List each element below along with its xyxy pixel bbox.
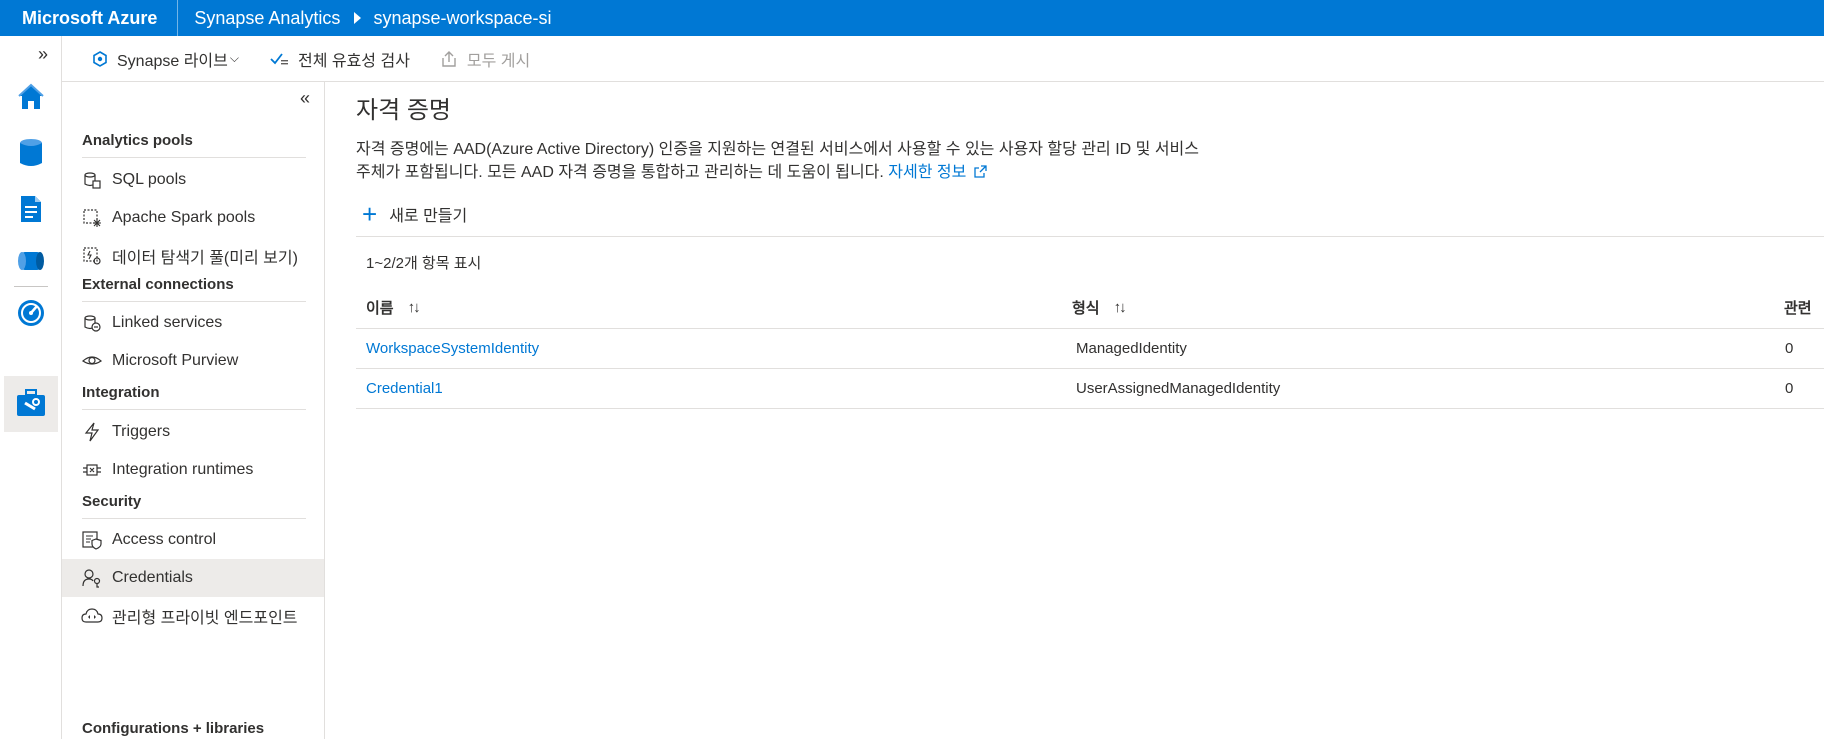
lightning-icon [81,421,103,443]
home-icon[interactable] [14,80,48,114]
manage-navigation: « Analytics pools SQL pools Apache Spark… [62,82,325,739]
eye-icon [81,350,103,372]
nav-section-configurations-libraries: Configurations + libraries [82,720,265,737]
nav-item-linked-services[interactable]: Linked services [62,304,324,342]
sort-icon[interactable]: ↑↓ [1114,299,1127,316]
column-header-label: 관련 [1784,299,1812,317]
description-line-2: 주체가 포함됩니다. 모든 AAD 자격 증명을 통합하고 관리하는 데 도움이… [356,161,1276,184]
page-title: 자격 증명 [356,97,451,124]
credential-name-link[interactable]: WorkspaceSystemIdentity [366,329,539,368]
validate-all-label: 전체 유효성 검사 [297,52,410,70]
nav-item-label: SQL pools [112,171,187,188]
credentials-table: 이름 ↑↓ 형식 ↑↓ 관련 WorkspaceSystemIdentity M… [356,286,1824,409]
credential-related-count: 0 [1785,380,1794,397]
credential-type: ManagedIdentity [1076,340,1187,357]
column-header-name[interactable]: 이름 ↑↓ [366,286,421,328]
nav-item-label: Triggers [112,423,171,440]
data-explorer-icon [81,245,103,267]
publish-all-button[interactable]: 모두 게시 [440,36,530,81]
nav-section-integration: Integration [82,384,306,410]
manage-icon[interactable] [14,386,48,420]
collapse-nav-icon[interactable]: « [300,88,310,109]
chevron-right-icon [354,12,362,24]
page-description: 자격 증명에는 AAD(Azure Active Directory) 인증을 … [356,138,1276,184]
breadcrumb-item-synapse-analytics[interactable]: Synapse Analytics [194,8,340,29]
publish-icon [440,50,458,68]
monitor-icon[interactable] [14,296,48,330]
nav-section-security: Security [82,493,306,519]
chevron-down-icon: ⌵ [229,51,239,65]
nav-item-integration-runtimes[interactable]: Integration runtimes [62,451,324,489]
access-control-icon [81,529,103,551]
synapse-live-label: Synapse 라이브 [117,52,228,70]
icon-rail: » [0,36,62,739]
nav-item-credentials[interactable]: Credentials [62,559,324,597]
new-credential-button[interactable]: + 새로 만들기 [362,199,468,229]
nav-item-microsoft-purview[interactable]: Microsoft Purview [62,342,324,380]
nav-item-label: Integration runtimes [112,461,254,478]
nav-item-access-control[interactable]: Access control [62,521,324,559]
brand-title[interactable]: Microsoft Azure [0,0,179,36]
breadcrumb-item-workspace[interactable]: synapse-workspace-si [373,8,551,29]
plus-icon: + [362,199,378,229]
nav-section-analytics-pools: Analytics pools [82,132,306,158]
command-bar: Synapse 라이브 ⌵ 전체 유효성 검사 모두 게시 [62,36,1824,82]
credential-type: UserAssignedManagedIdentity [1076,380,1281,397]
credentials-icon [81,567,103,589]
rail-divider [14,286,48,287]
external-link-icon [974,165,987,178]
description-text: 주체가 포함됩니다. 모든 AAD 자격 증명을 통합하고 관리하는 데 도움이… [356,164,884,181]
description-line-1: 자격 증명에는 AAD(Azure Active Directory) 인증을 … [356,141,1199,158]
item-count: 1~2/2개 항목 표시 [366,255,482,272]
develop-icon[interactable] [14,192,48,226]
spark-pool-icon [81,207,103,229]
toolbar-divider [356,236,1824,237]
column-header-label: 이름 [366,299,394,317]
sql-pool-icon [81,169,103,191]
credential-related-count: 0 [1785,340,1794,357]
table-row[interactable]: WorkspaceSystemIdentity ManagedIdentity … [356,329,1824,369]
nav-item-apache-spark-pools[interactable]: Apache Spark pools [62,199,324,237]
data-icon[interactable] [14,136,48,170]
column-header-type[interactable]: 형식 ↑↓ [1072,286,1127,328]
table-row[interactable]: Credential1 UserAssignedManagedIdentity … [356,369,1824,409]
column-header-label: 형식 [1072,299,1100,317]
publish-all-label: 모두 게시 [466,52,531,70]
expand-rail-icon[interactable]: » [38,44,48,65]
nav-item-label: Apache Spark pools [112,209,256,226]
table-header-row: 이름 ↑↓ 형식 ↑↓ 관련 [356,286,1824,329]
nav-item-label: Linked services [112,314,223,331]
integration-runtime-icon [81,459,103,481]
top-header: Microsoft Azure Synapse Analytics synaps… [0,0,1824,36]
nav-item-label: 관리형 프라이빗 엔드포인트 [112,610,298,627]
nav-item-label: Microsoft Purview [112,352,239,369]
credential-name-link[interactable]: Credential1 [366,369,443,408]
linked-services-icon [81,312,103,334]
learn-more-label: 자세한 정보 [888,164,967,181]
synapse-icon [92,50,108,67]
nav-item-label: Access control [112,531,217,548]
column-header-related[interactable]: 관련 [1784,286,1812,328]
credentials-page: 자격 증명 자격 증명에는 AAD(Azure Active Directory… [326,82,1824,739]
nav-section-external-connections: External connections [82,276,306,302]
nav-item-label: 데이터 탐색기 풀(미리 보기) [112,250,298,267]
cloud-endpoint-icon [81,605,103,627]
validate-icon [269,51,289,67]
synapse-live-button[interactable]: Synapse 라이브 ⌵ [92,36,239,81]
breadcrumb: Synapse Analytics synapse-workspace-si [178,8,551,29]
integrate-icon[interactable] [14,244,48,278]
new-button-label: 새로 만들기 [389,208,468,225]
learn-more-link[interactable]: 자세한 정보 [888,164,987,181]
nav-item-data-explorer-pools[interactable]: 데이터 탐색기 풀(미리 보기) [62,237,324,275]
nav-item-managed-private-endpoints[interactable]: 관리형 프라이빗 엔드포인트 [62,597,324,635]
nav-item-label: Credentials [112,569,193,586]
sort-icon[interactable]: ↑↓ [408,299,421,316]
validate-all-button[interactable]: 전체 유효성 검사 [269,36,410,81]
nav-item-triggers[interactable]: Triggers [62,413,324,451]
nav-item-sql-pools[interactable]: SQL pools [62,161,324,199]
